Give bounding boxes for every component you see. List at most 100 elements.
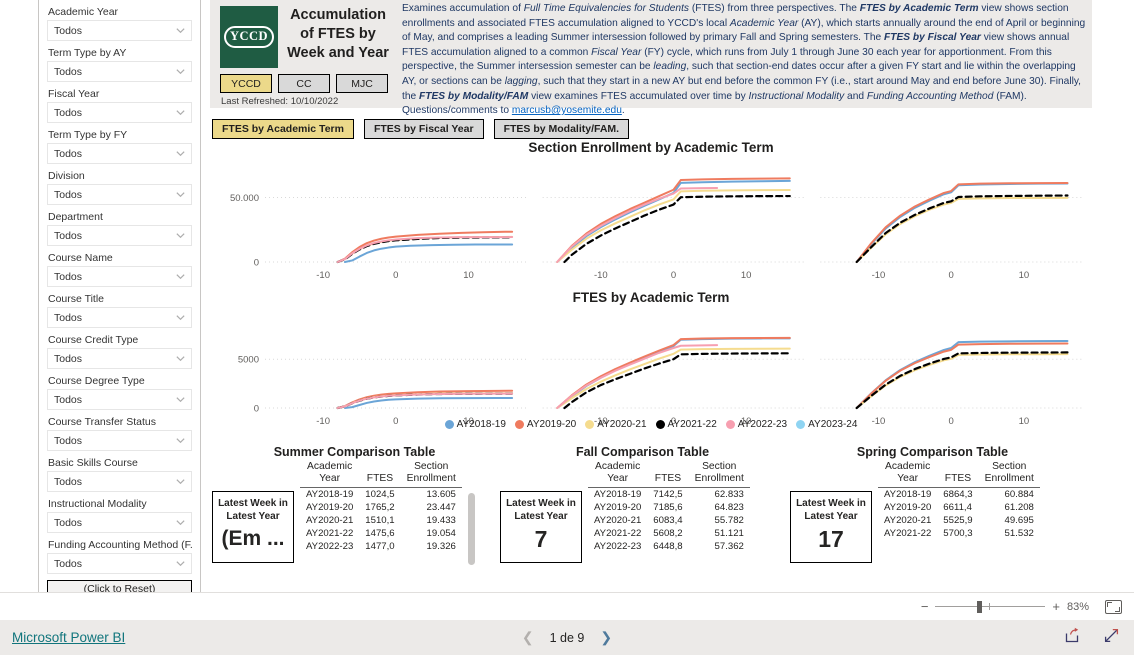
column-header-academic-year[interactable]: Academic Year [300, 461, 360, 488]
y-axis-tick-label: 0 [254, 404, 259, 415]
slicer-label: Term Type by AY [48, 47, 127, 59]
zoom-out-button[interactable]: − [921, 600, 929, 613]
latest-week-value: 17 [818, 526, 844, 552]
table-scrollbar[interactable] [467, 493, 475, 565]
cell-academic-year: AY2018-19 [594, 489, 642, 500]
legend-item[interactable]: AY2018-19 [444, 419, 506, 430]
table-row[interactable]: AY2019-20 1765,2 23.447 [300, 501, 462, 514]
tab-ftes-by-fiscal-year[interactable]: FTES by Fiscal Year [363, 119, 484, 139]
slicer-dropdown[interactable]: Todos [47, 348, 192, 369]
table-row[interactable]: AY2019-20 7185,6 64.823 [588, 501, 750, 514]
cell-section-enrollment: 61.208 [1004, 502, 1034, 513]
slicer-dropdown[interactable]: Todos [47, 184, 192, 205]
table-row[interactable]: AY2020-21 5525,9 49.695 [878, 514, 1040, 527]
fit-to-page-button[interactable] [1105, 599, 1122, 614]
table-row[interactable]: AY2020-21 1510,1 19.433 [300, 514, 462, 527]
table-row[interactable]: AY2021-22 5608,2 51.121 [588, 527, 750, 540]
column-header-ftes[interactable]: FTES [359, 461, 401, 488]
cell-academic-year: AY2018-19 [884, 489, 932, 500]
table-row[interactable]: AY2020-21 6083,4 55.782 [588, 514, 750, 527]
page-navigator: ❮ 1 de 9 ❯ [0, 629, 1134, 646]
slicer-label: Course Transfer Status [48, 416, 156, 428]
zoom-slider[interactable] [935, 601, 1046, 613]
cell-section-enrollment: 60.884 [1004, 489, 1034, 500]
legend-label: AY2020-21 [597, 419, 647, 430]
slicer-course-degree-type: Course Degree Type Todos [47, 372, 192, 410]
slicer-label: Instructional Modality [48, 498, 147, 510]
legend-item[interactable]: AY2023-24 [796, 419, 857, 430]
slicer-dropdown[interactable]: Todos [47, 20, 192, 41]
summer-comparison-section: Summer Comparison Table Latest Week in La… [212, 445, 497, 590]
slicer-dropdown[interactable]: Todos [47, 553, 192, 574]
slicer-dropdown[interactable]: Todos [47, 471, 192, 492]
cell-section-enrollment: 13.605 [426, 489, 456, 500]
legend-item[interactable]: AY2020-21 [585, 419, 647, 430]
previous-page-icon[interactable]: ❮ [522, 629, 534, 646]
cell-academic-year: AY2019-20 [884, 502, 932, 513]
next-page-icon[interactable]: ❯ [600, 629, 612, 646]
table-row[interactable]: AY2022-23 6448,8 57.362 [588, 540, 750, 553]
table-row[interactable]: AY2022-23 1477,0 19.326 [300, 540, 462, 553]
y-axis-tick-label: 5000 [238, 355, 259, 366]
slicer-dropdown[interactable]: Todos [47, 61, 192, 82]
slicer-course-title: Course Title Todos [47, 290, 192, 328]
zoom-in-button[interactable]: + [1052, 600, 1060, 613]
legend-swatch-icon [796, 420, 806, 429]
table-row[interactable]: AY2018-19 6864,3 60.884 [878, 488, 1040, 502]
column-header-ftes[interactable]: FTES [647, 461, 689, 488]
slicer-dropdown[interactable]: Todos [47, 512, 192, 533]
latest-week-card: Latest Week in Latest Year 17 [790, 491, 872, 563]
contact-email-link[interactable]: marcusb@yosemite.edu [512, 105, 622, 116]
x-axis-tick-label: -10 [316, 270, 330, 281]
slicer-dropdown[interactable]: Todos [47, 225, 192, 246]
legend-item[interactable]: AY2021-22 [655, 419, 717, 430]
campus-button-yccd[interactable]: YCCD [220, 74, 272, 93]
reset-filters-button[interactable]: (Click to Reset) [47, 580, 192, 592]
chart-ftes: FTES by Academic Term 0 5000 -10 0 10 -10 0 10-… [210, 290, 1092, 438]
campus-button-mjc[interactable]: MJC [336, 74, 388, 93]
yccd-logo: YCCD [220, 6, 278, 68]
tab-ftes-by-modality-fam[interactable]: FTES by Modality/FAM. [493, 119, 630, 139]
table-row[interactable]: AY2021-22 1475,6 19.054 [300, 527, 462, 540]
x-axis-tick-label: 0 [949, 270, 954, 281]
cell-academic-year: AY2019-20 [306, 502, 354, 513]
slicer-value: Todos [54, 311, 83, 324]
cell-section-enrollment: 57.362 [714, 541, 744, 552]
campus-button-cc[interactable]: CC [278, 74, 330, 93]
column-header-ftes[interactable]: FTES [937, 461, 979, 488]
tab-ftes-by-academic-term[interactable]: FTES by Academic Term [212, 119, 354, 139]
cell-academic-year: AY2020-21 [884, 515, 932, 526]
column-header-section-enrollment[interactable]: Section Enrollment [688, 461, 750, 488]
slicer-dropdown[interactable]: Todos [47, 266, 192, 287]
legend-item[interactable]: AY2019-20 [514, 419, 576, 430]
slicer-dropdown[interactable]: Todos [47, 143, 192, 164]
series-line [855, 351, 1069, 410]
filter-pane: Academic Year Todos Term Type by AY Todos Fi… [38, 0, 201, 592]
slicer-dropdown[interactable]: Todos [47, 307, 192, 328]
column-header-section-enrollment[interactable]: Section Enrollment [400, 461, 462, 488]
series-line [336, 236, 514, 263]
table-row[interactable]: AY2018-19 1024,5 13.605 [300, 488, 462, 502]
plot-area: 05000-10 0 10 -10 0 10 -10 0 10 [238, 336, 1082, 427]
slicer-dropdown[interactable]: Todos [47, 102, 192, 123]
comparison-table: Academic Year FTES Section Enrollment AY2018-… [588, 461, 750, 553]
table-row[interactable]: AY2019-20 6611,4 61.208 [878, 501, 1040, 514]
column-header-academic-year[interactable]: Academic Year [588, 461, 648, 488]
column-header-section-enrollment[interactable]: Section Enrollment [978, 461, 1040, 488]
cell-academic-year: AY2022-23 [594, 541, 642, 552]
slicer-value: Todos [54, 24, 83, 37]
zoom-slider-thumb[interactable] [977, 601, 983, 613]
legend-item[interactable]: AY2022-23 [725, 419, 787, 430]
share-icon[interactable] [1064, 627, 1081, 649]
table-row[interactable]: AY2021-22 5700,3 51.532 [878, 527, 1040, 540]
cell-ftes: 1765,2 [365, 502, 395, 513]
slicer-dropdown[interactable]: Todos [47, 430, 192, 451]
slicer-label: Course Credit Type [48, 334, 139, 346]
chart-legend: AY2018-19 AY2019-20 AY2020-21 AY2021-22 AY20… [210, 419, 1092, 430]
branding-block: YCCD Accumulation of FTES by Week and Ye… [216, 4, 394, 107]
slicer-dropdown[interactable]: Todos [47, 389, 192, 410]
latest-week-caption: Latest Week in Latest Year [796, 498, 866, 522]
column-header-academic-year[interactable]: Academic Year [878, 461, 938, 488]
fullscreen-icon[interactable] [1103, 627, 1120, 649]
table-row[interactable]: AY2018-19 7142,5 62.833 [588, 488, 750, 502]
